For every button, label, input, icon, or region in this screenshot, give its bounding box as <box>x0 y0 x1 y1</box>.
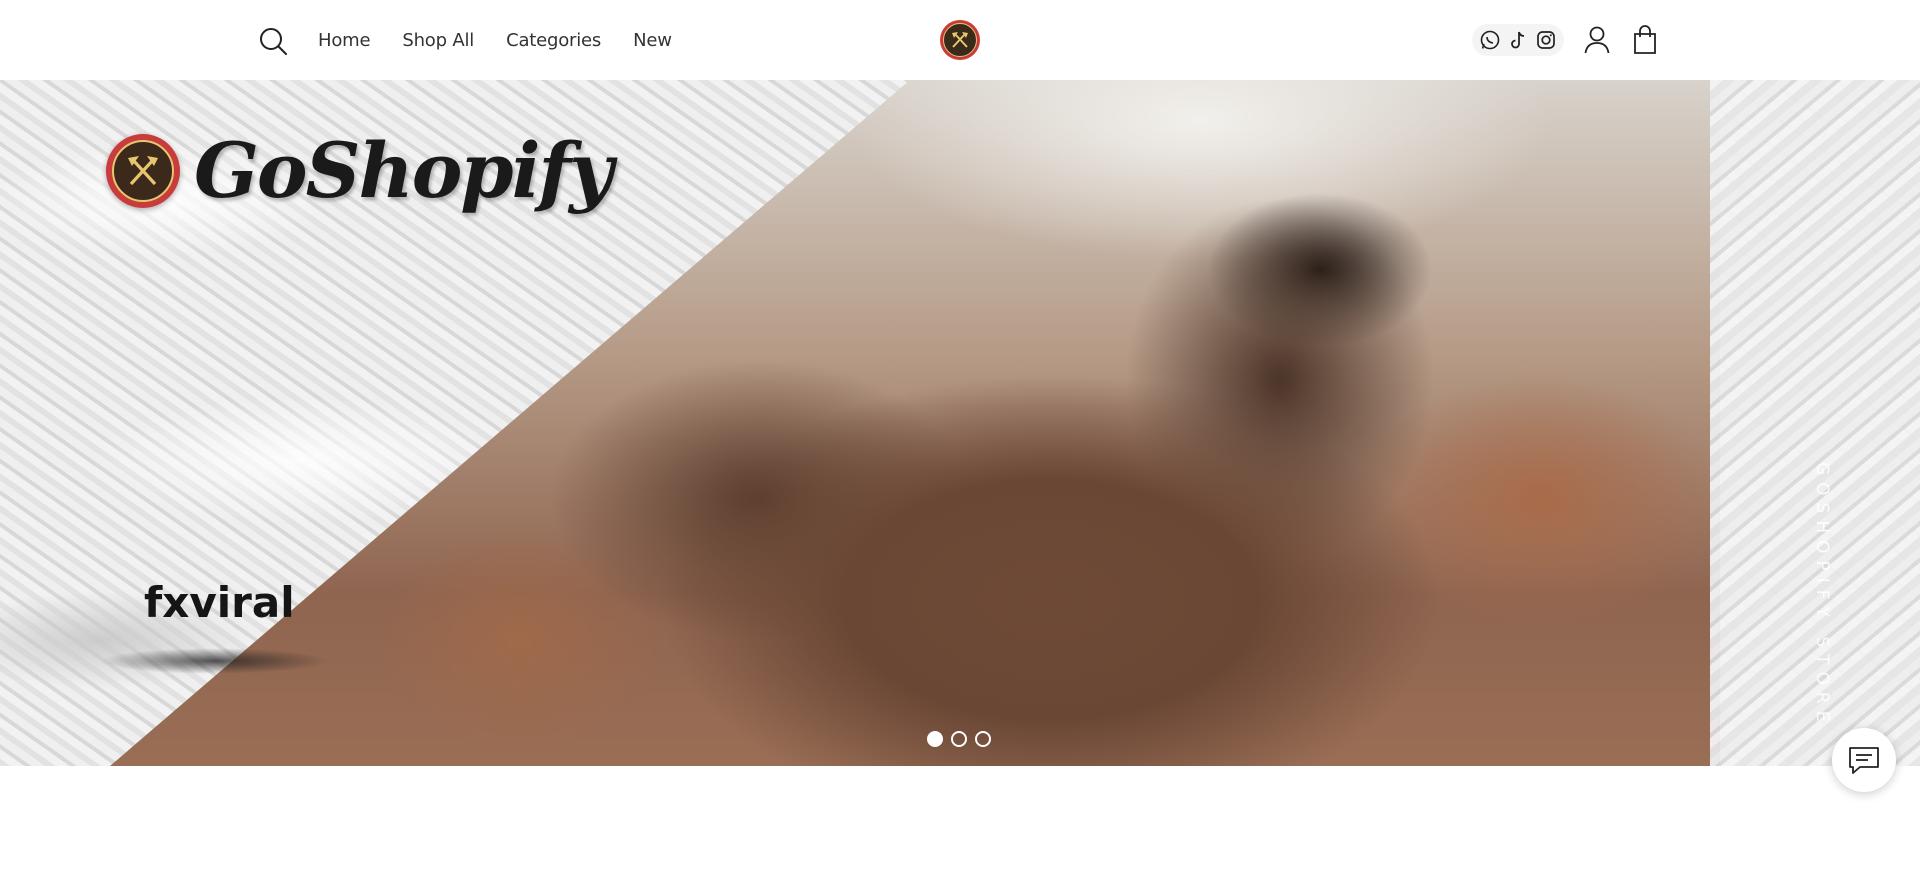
nav-new[interactable]: New <box>633 30 672 51</box>
brand-badge <box>106 133 180 208</box>
hero-tagline: fxviral <box>144 578 295 627</box>
chat-button[interactable] <box>1832 728 1896 792</box>
whatsapp-icon[interactable] <box>1478 28 1502 52</box>
slide-dot-3[interactable] <box>975 731 991 747</box>
header-logo[interactable] <box>940 20 980 60</box>
main-nav: Home Shop All Categories New <box>318 0 672 80</box>
site-header: Home Shop All Categories New <box>0 0 1920 80</box>
crossed-axes-icon <box>112 139 174 202</box>
slide-dot-2[interactable] <box>951 731 967 747</box>
nav-categories[interactable]: Categories <box>506 30 601 51</box>
search-icon[interactable] <box>258 26 288 56</box>
hero-brand: GoShopify <box>106 126 613 215</box>
slide-dot-1[interactable] <box>927 731 943 747</box>
user-icon[interactable] <box>1582 24 1612 56</box>
nav-home[interactable]: Home <box>318 30 371 51</box>
social-links <box>1472 24 1564 56</box>
instagram-icon[interactable] <box>1534 28 1558 52</box>
hero-banner[interactable]: GoShopify fxviral GOSHOPIFY STORE <box>0 80 1920 766</box>
nav-shop-all[interactable]: Shop All <box>402 30 474 51</box>
shopping-bag-icon[interactable] <box>1630 24 1660 56</box>
tiktok-icon[interactable] <box>1506 28 1530 52</box>
crossed-axes-icon <box>943 23 977 57</box>
tagline-shadow <box>100 648 330 674</box>
vertical-store-label: GOSHOPIFY STORE <box>1812 462 1832 729</box>
chat-bubble-icon <box>1849 747 1879 774</box>
slider-pagination <box>927 731 991 747</box>
brand-name: GoShopify <box>194 126 613 215</box>
